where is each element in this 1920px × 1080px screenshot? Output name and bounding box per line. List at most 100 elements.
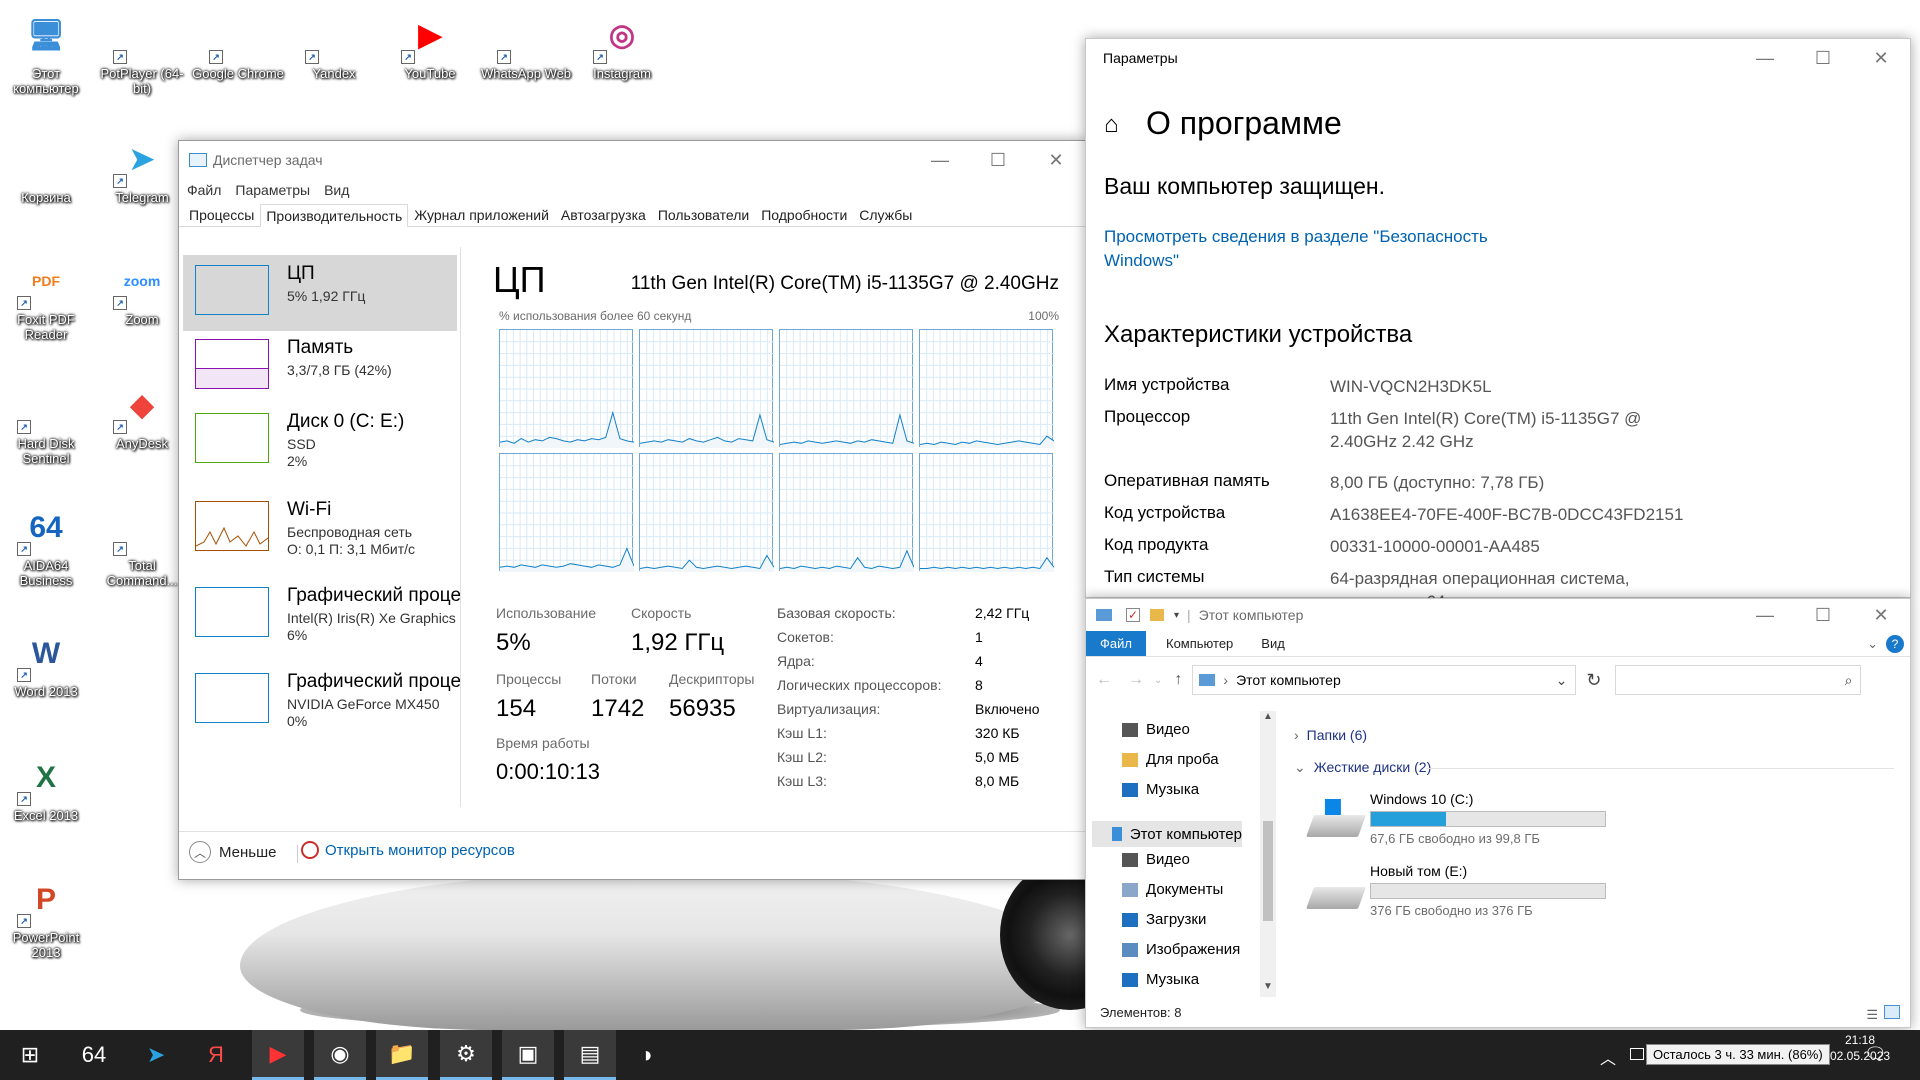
desktop-icon[interactable]: 🖥 Этот компьютер (0, 8, 92, 96)
drive-item[interactable]: Windows 10 (C:) 67,6 ГБ свободно из 99,8 … (1305, 791, 1626, 855)
ribbon-tab-view[interactable]: Вид (1253, 631, 1293, 656)
nav-tree-item[interactable]: Видео (1122, 851, 1190, 868)
app-taskbar-button[interactable]: ▣ (502, 1030, 554, 1080)
quick-access-dropdown-icon[interactable]: ▾ (1174, 610, 1179, 621)
details-view-icon[interactable]: ☰ (1866, 1007, 1878, 1023)
desktop-icon[interactable]: ♻ Корзина (0, 132, 92, 205)
desktop-icon[interactable]: Y ↗ Yandex (288, 8, 380, 81)
explorer-taskbar-button[interactable]: 📁 (376, 1030, 428, 1080)
menu-view[interactable]: Вид (324, 182, 349, 198)
menu-file[interactable]: Файл (187, 182, 221, 198)
perf-sidebar-item[interactable]: Память 3,3/7,8 ГБ (42%) (183, 329, 457, 405)
perf-sidebar-item[interactable]: Графический проце Intel(R) Iris(R) Xe Gra… (183, 577, 460, 653)
youtube-taskbar-button[interactable]: ▶ (252, 1030, 304, 1080)
ribbon-tab-file[interactable]: Файл (1086, 631, 1146, 656)
tab-startup[interactable]: Автозагрузка (555, 203, 652, 226)
close-button[interactable]: ✕ (1027, 141, 1085, 179)
nav-tree-item[interactable]: Музыка (1122, 781, 1199, 798)
quick-access-folder-icon[interactable] (1150, 609, 1164, 621)
settings-taskbar-button[interactable]: ⚙ (440, 1030, 492, 1080)
explorer-maximize-button[interactable]: ☐ (1794, 599, 1852, 631)
forward-icon[interactable]: → (1128, 671, 1144, 689)
minimize-button[interactable]: — (911, 141, 969, 179)
up-icon[interactable]: ↑ (1174, 671, 1182, 689)
tab-app-history[interactable]: Журнал приложений (408, 203, 555, 226)
explorer-titlebar[interactable]: ✓ ▾ | Этот компьютер — ☐ ✕ (1086, 599, 1910, 631)
task-manager-titlebar[interactable]: Диспетчер задач — ☐ ✕ (179, 141, 1085, 179)
menu-options[interactable]: Параметры (235, 182, 310, 198)
battery-icon[interactable] (1630, 1048, 1644, 1060)
desktop-icon[interactable]: 64 ↗ AIDA64 Business (0, 500, 92, 588)
perf-sidebar-item[interactable]: Wi-Fi Беспроводная сеть О: 0,1 П: 3,1 Мбит… (183, 491, 457, 567)
tab-processes[interactable]: Процессы (183, 203, 260, 226)
nav-tree-item[interactable]: Видео (1122, 721, 1190, 738)
address-bar[interactable]: › Этот компьютер ⌄ (1192, 665, 1577, 695)
maximize-button[interactable]: ☐ (969, 141, 1027, 179)
desktop-icon[interactable]: ◉ ↗ Google Chrome (192, 8, 284, 81)
settings-close-button[interactable]: ✕ (1852, 39, 1910, 77)
aida64-taskbar-button[interactable]: 64 (68, 1030, 120, 1080)
tab-services[interactable]: Службы (853, 203, 918, 226)
desktop-icon[interactable]: P ↗ PowerPoint 2013 (0, 872, 92, 960)
ribbon-expand-icon[interactable]: ⌄ (1859, 631, 1886, 656)
desktop-icon[interactable]: ◎ ↗ Instagram (576, 8, 668, 81)
explorer-close-button[interactable]: ✕ (1852, 599, 1910, 631)
yandex-taskbar-button[interactable]: Я (190, 1030, 242, 1080)
desktop-icon[interactable]: X ↗ Excel 2013 (0, 750, 92, 823)
refresh-icon[interactable]: ↻ (1586, 670, 1601, 691)
desktop-icon[interactable]: ◆ ↗ AnyDesk (96, 378, 188, 451)
search-box[interactable]: ⌕ (1615, 665, 1862, 695)
notifications-icon[interactable]: 🗨 (1864, 1044, 1887, 1065)
fewer-details-button[interactable]: ︿ Меньше (189, 841, 276, 863)
scrollbar-thumb[interactable] (1263, 821, 1273, 921)
tab-users[interactable]: Пользователи (652, 203, 755, 226)
nav-tree-item[interactable]: Загрузки (1122, 911, 1206, 928)
nav-tree-item[interactable]: Этот компьютер (1092, 821, 1242, 847)
desktop-icon[interactable]: ▷ ↗ PotPlayer (64-bit) (96, 8, 188, 96)
drives-group-header[interactable]: ⌄ Жесткие диски (2) (1294, 759, 1894, 776)
desktop-icon[interactable]: 64 ↗ Total Command... (96, 500, 188, 588)
folders-group-header[interactable]: › Папки (6) (1294, 727, 1367, 743)
settings-minimize-button[interactable]: — (1736, 39, 1794, 77)
tab-performance[interactable]: Производительность (260, 204, 409, 227)
start-button[interactable]: ⊞ (4, 1030, 56, 1080)
desktop-icon[interactable]: ➤ ↗ Telegram (96, 132, 188, 205)
nav-tree-item[interactable]: Документы (1122, 881, 1223, 898)
navigation-scrollbar[interactable]: ▲ ▼ (1260, 711, 1276, 997)
security-link[interactable]: Просмотреть сведения в разделе "Безопасн… (1104, 225, 1488, 273)
resource-monitor-link[interactable]: Открыть монитор ресурсов (301, 841, 515, 859)
scroll-up-icon[interactable]: ▲ (1260, 711, 1276, 727)
chrome-taskbar-button[interactable]: ◉ (314, 1030, 366, 1080)
desktop-icon[interactable]: zoom ↗ Zoom (96, 254, 188, 327)
help-icon[interactable]: ? (1886, 635, 1904, 653)
explorer-minimize-button[interactable]: — (1736, 599, 1794, 631)
history-dropdown-icon[interactable]: ⌄ (1154, 675, 1162, 686)
settings-titlebar[interactable]: Параметры — ☐ ✕ (1086, 39, 1910, 77)
home-icon[interactable]: ⌂ (1104, 111, 1119, 139)
perf-sidebar-item[interactable]: Диск 0 (C: E:) SSD 2% (183, 403, 457, 479)
nav-tree-item[interactable]: Музыка (1122, 971, 1199, 988)
quick-access-checkbox-icon[interactable]: ✓ (1126, 608, 1140, 622)
desktop-icon[interactable]: ✆ ↗ WhatsApp Web (480, 8, 572, 81)
nav-tree-item[interactable]: Изображения (1122, 941, 1240, 958)
desktop-icon[interactable]: PDF ↗ Foxit PDF Reader (0, 254, 92, 342)
search-input[interactable] (1622, 672, 1845, 688)
ribbon-tab-computer[interactable]: Компьютер (1146, 631, 1253, 656)
tray-chevron-icon[interactable]: ︿ (1600, 1045, 1616, 1069)
perf-sidebar-item[interactable]: ЦП 5% 1,92 ГГц (183, 255, 457, 331)
tab-details[interactable]: Подробности (755, 203, 853, 226)
perf-sidebar-item[interactable]: Графический проце NVIDIA GeForce MX450 0% (183, 663, 460, 739)
scroll-down-icon[interactable]: ▼ (1260, 981, 1276, 997)
tiles-view-icon[interactable] (1884, 1005, 1900, 1019)
desktop-icon[interactable]: W ↗ Word 2013 (0, 626, 92, 699)
address-dropdown-icon[interactable]: ⌄ (1556, 672, 1568, 689)
app2-taskbar-button[interactable]: ◑ (620, 1030, 672, 1080)
drive-item[interactable]: Новый том (E:) 376 ГБ свободно из 376 ГБ (1305, 863, 1626, 927)
desktop-icon[interactable]: ◐ ↗ Hard Disk Sentinel (0, 378, 92, 466)
nav-tree-item[interactable]: Для проба (1122, 751, 1219, 768)
desktop-icon[interactable]: ▶ ↗ YouTube (384, 8, 476, 81)
settings-maximize-button[interactable]: ☐ (1794, 39, 1852, 77)
task-manager-taskbar-button[interactable]: ▤ (564, 1030, 616, 1080)
back-icon[interactable]: ← (1096, 671, 1112, 689)
telegram-taskbar-button[interactable]: ➤ (130, 1030, 182, 1080)
